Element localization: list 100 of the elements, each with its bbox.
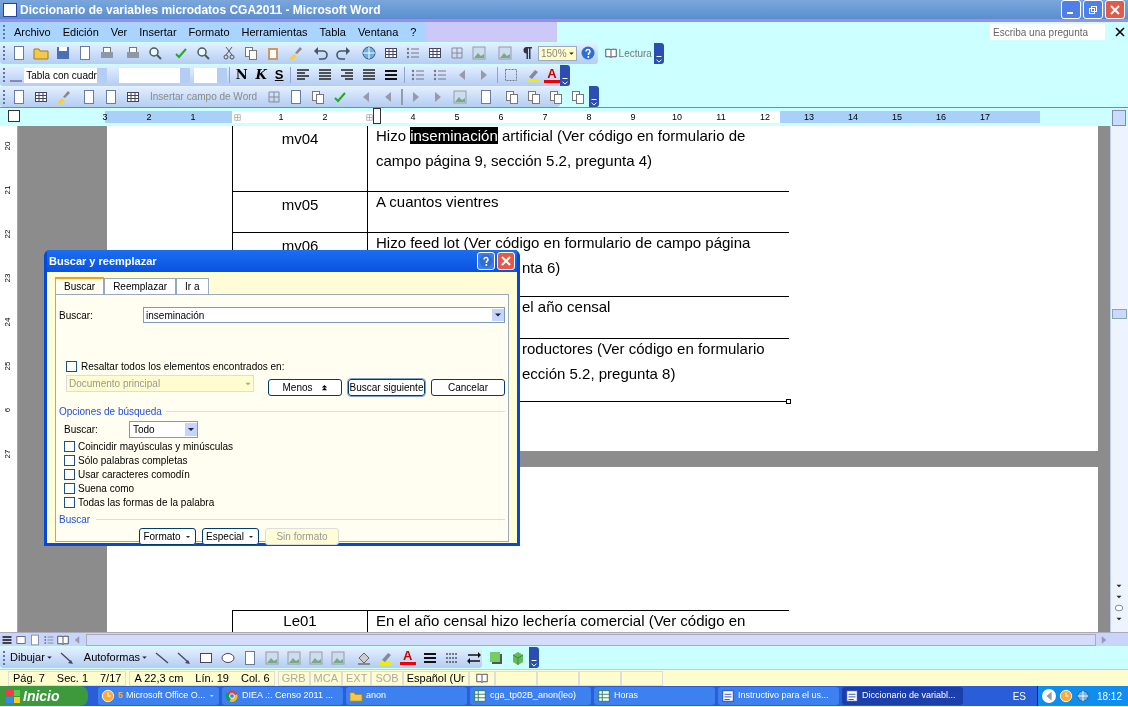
taskbar-button[interactable]: anon xyxy=(346,687,467,705)
image-icon[interactable] xyxy=(471,45,487,61)
dialog-button[interactable]: Buscar siguiente xyxy=(348,379,425,396)
spelling-status[interactable] xyxy=(468,670,495,686)
redo-icon[interactable] xyxy=(335,45,351,61)
ellipse-icon[interactable] xyxy=(1112,603,1126,613)
underline-button[interactable]: S xyxy=(270,65,288,85)
list-icon[interactable] xyxy=(432,67,449,83)
image-icon[interactable] xyxy=(497,45,513,61)
menu-item[interactable]: Archivo xyxy=(8,23,57,41)
page-icon[interactable] xyxy=(103,88,119,105)
menu-item[interactable]: Insertar xyxy=(133,23,183,41)
globe-icon[interactable] xyxy=(361,45,377,61)
image-icon[interactable] xyxy=(264,649,281,666)
page-icon[interactable] xyxy=(29,633,41,646)
justify-icon[interactable] xyxy=(317,67,334,83)
list-icon[interactable] xyxy=(410,67,427,83)
help-button[interactable] xyxy=(477,252,495,270)
page-icon[interactable] xyxy=(81,88,97,105)
menu-item[interactable]: Herramientas xyxy=(235,23,314,41)
help-search-field[interactable]: Escriba una pregunta xyxy=(990,24,1105,40)
close-icon[interactable] xyxy=(1115,27,1125,37)
taskbar-button[interactable]: Horas xyxy=(594,687,715,705)
search-field[interactable]: inseminación xyxy=(143,307,505,323)
list-icon[interactable] xyxy=(43,633,55,646)
menu-item[interactable]: Ventana xyxy=(351,23,405,41)
table-icon[interactable] xyxy=(383,45,399,61)
toolbar-options-icon[interactable] xyxy=(528,658,539,668)
dialog-tab[interactable]: Reemplazar xyxy=(104,278,177,294)
grid-icon[interactable] xyxy=(364,112,374,122)
italic-button[interactable]: K xyxy=(251,65,271,85)
horizontal-scrollbar[interactable] xyxy=(86,633,1096,646)
align-left-icon[interactable] xyxy=(295,67,312,83)
printer-icon[interactable] xyxy=(125,45,141,61)
dialog-tab[interactable]: Buscar xyxy=(55,277,105,295)
help-icon[interactable] xyxy=(579,45,596,61)
line-style-icon[interactable] xyxy=(383,67,400,83)
zoom-dropdown[interactable]: 150% xyxy=(538,45,577,61)
taskbar-button[interactable]: 5 Microsoft Office O... xyxy=(98,687,219,705)
menu-item[interactable]: ? xyxy=(404,23,423,41)
dialog-button[interactable]: Especial xyxy=(202,528,259,545)
brush-icon[interactable] xyxy=(55,88,71,105)
copy-icon[interactable] xyxy=(243,45,259,61)
draw-menu[interactable]: Dibujar xyxy=(8,649,56,666)
menu-item[interactable]: Ver xyxy=(104,23,134,41)
checkbox[interactable] xyxy=(66,361,77,372)
justify-icon[interactable] xyxy=(361,67,378,83)
clock-icon[interactable] xyxy=(1058,689,1073,703)
toolbar-options-icon[interactable] xyxy=(559,75,570,86)
copy-icon[interactable] xyxy=(526,88,543,105)
dialog-button[interactable]: Menos xyxy=(268,379,342,396)
autoshapes-menu[interactable]: Autoformas xyxy=(81,649,152,666)
toolbar-options-icon[interactable] xyxy=(589,97,600,107)
taskbar-button[interactable]: Instructivo para el us... xyxy=(718,687,839,705)
highlighter-icon[interactable] xyxy=(525,67,542,83)
globe-icon[interactable] xyxy=(1075,689,1090,703)
menu-item[interactable]: Edición xyxy=(56,23,105,41)
record-number-field[interactable] xyxy=(401,88,404,105)
copy-icon[interactable] xyxy=(504,88,521,105)
menu-item[interactable]: Formato xyxy=(182,23,236,41)
search-direction-dropdown[interactable]: Todo xyxy=(129,421,198,438)
line-style-icon[interactable] xyxy=(1,633,13,646)
table-icon[interactable] xyxy=(427,45,443,61)
image-icon[interactable] xyxy=(452,88,469,105)
clipboard-icon[interactable] xyxy=(265,45,281,61)
bold-button[interactable]: N xyxy=(231,65,252,85)
dialog-button[interactable]: Cancelar xyxy=(431,379,505,396)
book-icon[interactable] xyxy=(57,633,69,646)
menu-item[interactable]: Tabla xyxy=(313,23,352,41)
arrows-icon[interactable] xyxy=(465,649,482,666)
taskbar-button[interactable]: Diccionario de variabl... xyxy=(842,687,963,705)
undo-icon[interactable] xyxy=(313,45,329,61)
list-icon[interactable] xyxy=(405,45,421,61)
vertical-scrollbar[interactable] xyxy=(1110,126,1128,632)
reading-button[interactable]: Lectura xyxy=(602,45,654,61)
align-right-icon[interactable] xyxy=(339,67,356,83)
start-button[interactable]: Inicio xyxy=(0,686,88,706)
image-icon[interactable] xyxy=(330,649,347,666)
minimize-button[interactable] xyxy=(1061,0,1081,19)
checkbox[interactable] xyxy=(64,440,75,452)
dialog-tab[interactable]: Ir a xyxy=(176,278,209,294)
restore-button[interactable] xyxy=(1083,0,1103,19)
copy-icon[interactable] xyxy=(570,88,587,105)
rectangle-icon[interactable] xyxy=(15,633,27,646)
table-resize-handle[interactable] xyxy=(786,399,791,404)
checkbox[interactable] xyxy=(64,496,75,508)
page-icon[interactable] xyxy=(77,45,93,61)
scrollbar-thumb[interactable] xyxy=(1112,309,1127,319)
checkbox[interactable] xyxy=(64,482,75,494)
border-icon[interactable] xyxy=(503,67,520,83)
toolbar-options-icon[interactable] xyxy=(653,53,664,64)
search-icon[interactable] xyxy=(147,45,163,61)
copy-icon[interactable] xyxy=(548,88,565,105)
close-button[interactable] xyxy=(1105,0,1125,19)
image-icon[interactable] xyxy=(308,649,325,666)
checkbox[interactable] xyxy=(64,468,75,480)
taskbar-button[interactable]: cga_tp02B_anon(leo) xyxy=(470,687,591,705)
copy-icon[interactable] xyxy=(310,88,327,105)
indent-marker-icon[interactable] xyxy=(373,108,381,124)
page-icon[interactable] xyxy=(11,88,27,105)
